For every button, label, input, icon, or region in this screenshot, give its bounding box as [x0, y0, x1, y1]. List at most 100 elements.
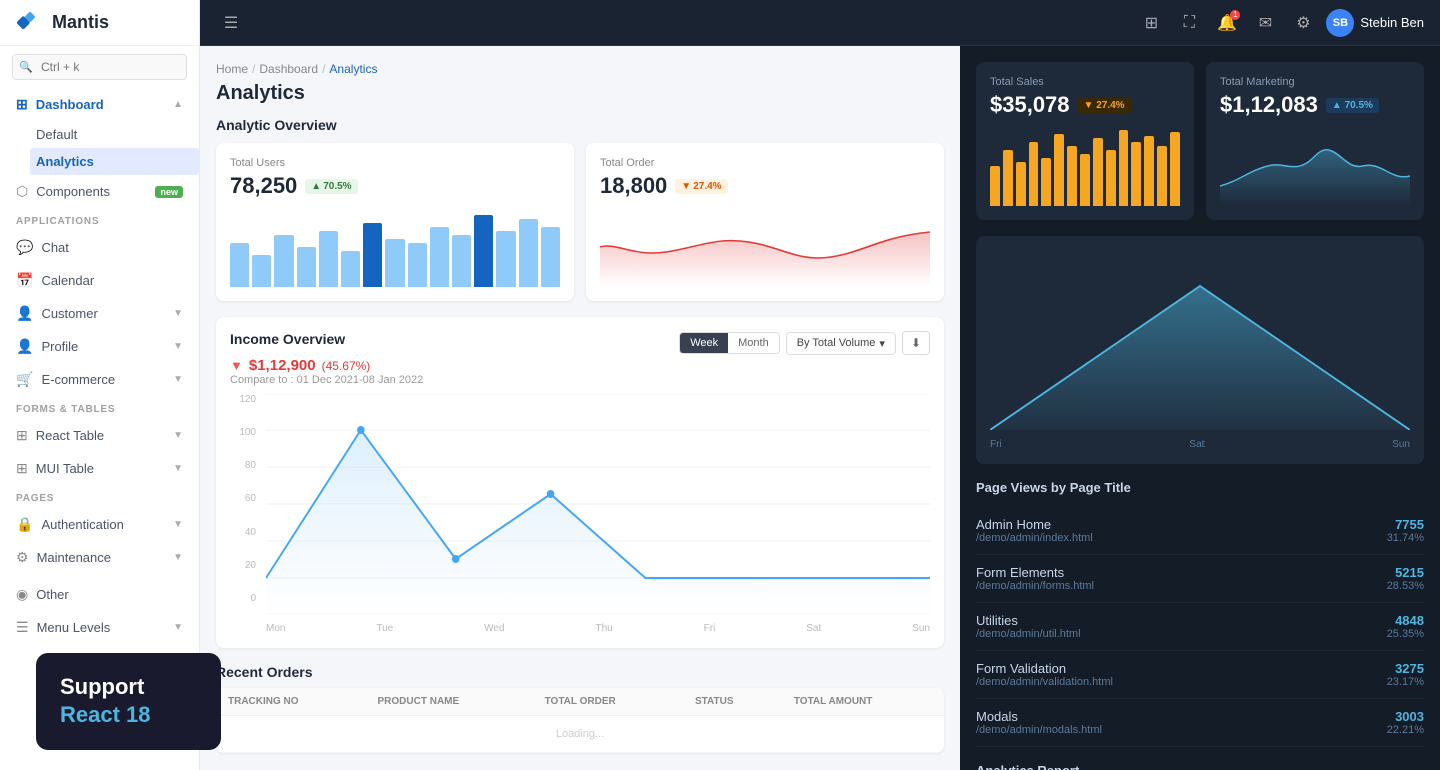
- fullscreen-icon[interactable]: ⛶: [1174, 8, 1204, 38]
- sidebar-item-chat[interactable]: 💬 Chat: [0, 231, 199, 264]
- download-button[interactable]: ⬇: [902, 331, 930, 355]
- income-section-title: Income Overview: [230, 331, 423, 347]
- settings-icon[interactable]: ⚙: [1288, 8, 1318, 38]
- pages-section-label: Pages: [0, 485, 199, 508]
- sidebar-dashboard-sub: Default Analytics: [0, 121, 199, 175]
- total-marketing-value: $1,12,083 ▲ 70.5%: [1220, 92, 1410, 118]
- sidebar-item-components[interactable]: ⬡ Components new: [0, 175, 199, 208]
- sidebar-logo: Mantis: [0, 0, 199, 46]
- income-arrow: ▼: [230, 358, 243, 373]
- app-name: Mantis: [52, 12, 109, 33]
- components-icon: ⬡: [16, 183, 28, 200]
- page-view-item-4: Form Validation /demo/admin/validation.h…: [976, 651, 1424, 699]
- volume-select[interactable]: By Total Volume ▾: [786, 332, 896, 355]
- total-order-label: Total Order: [600, 157, 930, 169]
- sidebar-item-components-label: Components: [36, 184, 110, 199]
- table-row: Loading...: [216, 716, 944, 753]
- notification-icon[interactable]: 🔔 1: [1212, 8, 1242, 38]
- hamburger-icon[interactable]: ☰: [216, 8, 246, 38]
- chevron-down-icon7: ▼: [173, 552, 183, 563]
- sidebar-item-default[interactable]: Default: [36, 121, 199, 148]
- sidebar-item-dashboard[interactable]: ⊞ Dashboard ▲: [0, 88, 199, 121]
- sidebar-item-react-table-label: React Table: [36, 428, 104, 443]
- content-light: Home / Dashboard / Analytics Analytics A…: [200, 46, 960, 770]
- sidebar-item-other-label: Other: [36, 587, 69, 602]
- col-total-amount: TOTAL AMOUNT: [782, 688, 944, 716]
- other-icon: ◉: [16, 586, 28, 603]
- sidebar-item-profile[interactable]: 👤 Profile ▼: [0, 330, 199, 363]
- month-button[interactable]: Month: [728, 333, 779, 353]
- main-area: ☰ ⊞ ⛶ 🔔 1 ✉ ⚙ SB Stebin Ben Home / Dashb…: [200, 0, 1440, 770]
- y-axis: 120100806040200: [230, 394, 260, 604]
- forms-tables-section-label: Forms & Tables: [0, 396, 199, 419]
- income-header: Income Overview ▼ $1,12,900 (45.67%) Com…: [230, 331, 930, 386]
- sidebar-item-ecommerce[interactable]: 🛒 E-commerce ▼: [0, 363, 199, 396]
- maintenance-icon: ⚙: [16, 549, 29, 566]
- mail-icon[interactable]: ✉: [1250, 8, 1280, 38]
- chevron-down-icon: ▼: [173, 308, 183, 319]
- table-icon: ⊞: [16, 427, 28, 444]
- dark-stat-card-marketing: Total Marketing $1,12,083 ▲ 70.5%: [1206, 62, 1424, 220]
- chevron-down-icon3: ▼: [173, 374, 183, 385]
- sidebar-item-analytics[interactable]: Analytics: [30, 148, 199, 175]
- col-product: PRODUCT NAME: [366, 688, 533, 716]
- total-users-badge: ▲ 70.5%: [305, 179, 357, 194]
- page-title: Analytics: [216, 82, 944, 105]
- sidebar-item-mui-table[interactable]: ⊞ MUI Table ▼: [0, 452, 199, 485]
- week-month-toggle: Week Month: [679, 332, 780, 354]
- topbar: ☰ ⊞ ⛶ 🔔 1 ✉ ⚙ SB Stebin Ben: [200, 0, 1440, 46]
- total-marketing-label: Total Marketing: [1220, 76, 1410, 88]
- page-views-list: Admin Home /demo/admin/index.html 7755 3…: [976, 507, 1424, 747]
- income-value-num: $1,12,900: [249, 357, 316, 374]
- sidebar-item-maintenance[interactable]: ⚙ Maintenance ▼: [0, 541, 199, 574]
- notification-badge: 1: [1230, 10, 1240, 20]
- search-icon: 🔍: [19, 61, 33, 74]
- chevron-down-icon5: ▼: [173, 463, 183, 474]
- chevron-down-icon8: ▼: [173, 622, 183, 633]
- sidebar-item-mui-table-label: MUI Table: [36, 461, 94, 476]
- col-tracking: TRACKING NO: [216, 688, 366, 716]
- order-area-chart: [600, 207, 930, 287]
- ecommerce-icon: 🛒: [16, 371, 33, 388]
- total-users-label: Total Users: [230, 157, 560, 169]
- week-button[interactable]: Week: [680, 333, 728, 353]
- chevron-down-icon4: ▼: [173, 430, 183, 441]
- analytics-report-title: Analytics Report: [976, 763, 1424, 770]
- sidebar-search-wrap: 🔍: [0, 46, 199, 88]
- breadcrumb-home[interactable]: Home: [216, 62, 248, 76]
- sidebar-item-customer[interactable]: 👤 Customer ▼: [0, 297, 199, 330]
- user-avatar-button[interactable]: SB Stebin Ben: [1326, 9, 1424, 37]
- search-input[interactable]: [12, 54, 187, 80]
- line-chart-inner: [266, 394, 930, 619]
- sidebar-item-react-table[interactable]: ⊞ React Table ▼: [0, 419, 199, 452]
- page-view-item-2: Form Elements /demo/admin/forms.html 521…: [976, 555, 1424, 603]
- calendar-icon: 📅: [16, 272, 33, 289]
- support-react18-popup[interactable]: Support React 18: [36, 653, 221, 750]
- sidebar-item-dashboard-label: Dashboard: [36, 97, 104, 112]
- income-value: ▼ $1,12,900 (45.67%): [230, 357, 423, 374]
- sidebar-item-authentication-label: Authentication: [41, 517, 123, 532]
- income-line-chart: 120100806040200: [230, 394, 930, 634]
- breadcrumb-sep1: /: [252, 62, 255, 76]
- users-bar-chart: [230, 207, 560, 287]
- components-badge: new: [155, 186, 183, 198]
- income-value-pct: (45.67%): [322, 359, 371, 373]
- total-sales-label: Total Sales: [990, 76, 1180, 88]
- col-total-order: TOTAL ORDER: [533, 688, 683, 716]
- profile-icon: 👤: [16, 338, 33, 355]
- stat-card-order: Total Order 18,800 ▼ 27.4%: [586, 143, 944, 301]
- sales-bar-chart: [990, 126, 1180, 206]
- income-compare: Compare to : 01 Dec 2021-08 Jan 2022: [230, 374, 423, 386]
- total-marketing-badge: ▲ 70.5%: [1326, 98, 1379, 113]
- breadcrumb-dashboard[interactable]: Dashboard: [259, 62, 318, 76]
- sidebar-item-calendar[interactable]: 📅 Calendar: [0, 264, 199, 297]
- sidebar-item-ecommerce-label: E-commerce: [41, 372, 115, 387]
- grid-icon[interactable]: ⊞: [1136, 8, 1166, 38]
- sidebar-item-other[interactable]: ◉ Other: [0, 578, 199, 611]
- menu-levels-icon: ☰: [16, 619, 29, 636]
- breadcrumb: Home / Dashboard / Analytics: [216, 62, 944, 76]
- support-popup-text: Support React 18: [60, 673, 197, 730]
- total-sales-badge: ▼ 27.4%: [1078, 98, 1131, 113]
- sidebar-item-authentication[interactable]: 🔒 Authentication ▼: [0, 508, 199, 541]
- sidebar-item-menu-levels[interactable]: ☰ Menu Levels ▼: [0, 611, 199, 644]
